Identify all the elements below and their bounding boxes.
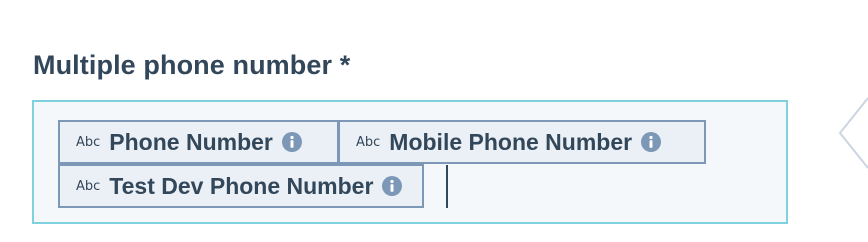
text-cursor	[446, 165, 448, 208]
chip-test-dev-phone-number[interactable]: Abc Test Dev Phone Number	[58, 164, 424, 208]
info-icon[interactable]	[382, 176, 403, 196]
chip-label: Mobile Phone Number	[389, 128, 633, 155]
chip-label: Test Dev Phone Number	[109, 172, 374, 199]
chevron-left-icon[interactable]	[836, 96, 868, 170]
page: Multiple phone number * Abc Phone Number…	[0, 0, 868, 242]
field-label: Multiple phone number *	[33, 50, 351, 80]
chip-phone-number[interactable]: Abc Phone Number	[58, 120, 339, 164]
multi-select-field[interactable]: Abc Phone Number Abc Mobile Phone Number…	[32, 100, 788, 224]
chip-type-label: Abc	[76, 134, 101, 150]
chip-label: Phone Number	[109, 128, 273, 155]
chip-type-label: Abc	[356, 134, 381, 150]
chip-mobile-phone-number[interactable]: Abc Mobile Phone Number	[338, 120, 706, 164]
info-icon[interactable]	[641, 132, 662, 152]
info-icon[interactable]	[281, 132, 302, 152]
chip-type-label: Abc	[76, 178, 101, 194]
